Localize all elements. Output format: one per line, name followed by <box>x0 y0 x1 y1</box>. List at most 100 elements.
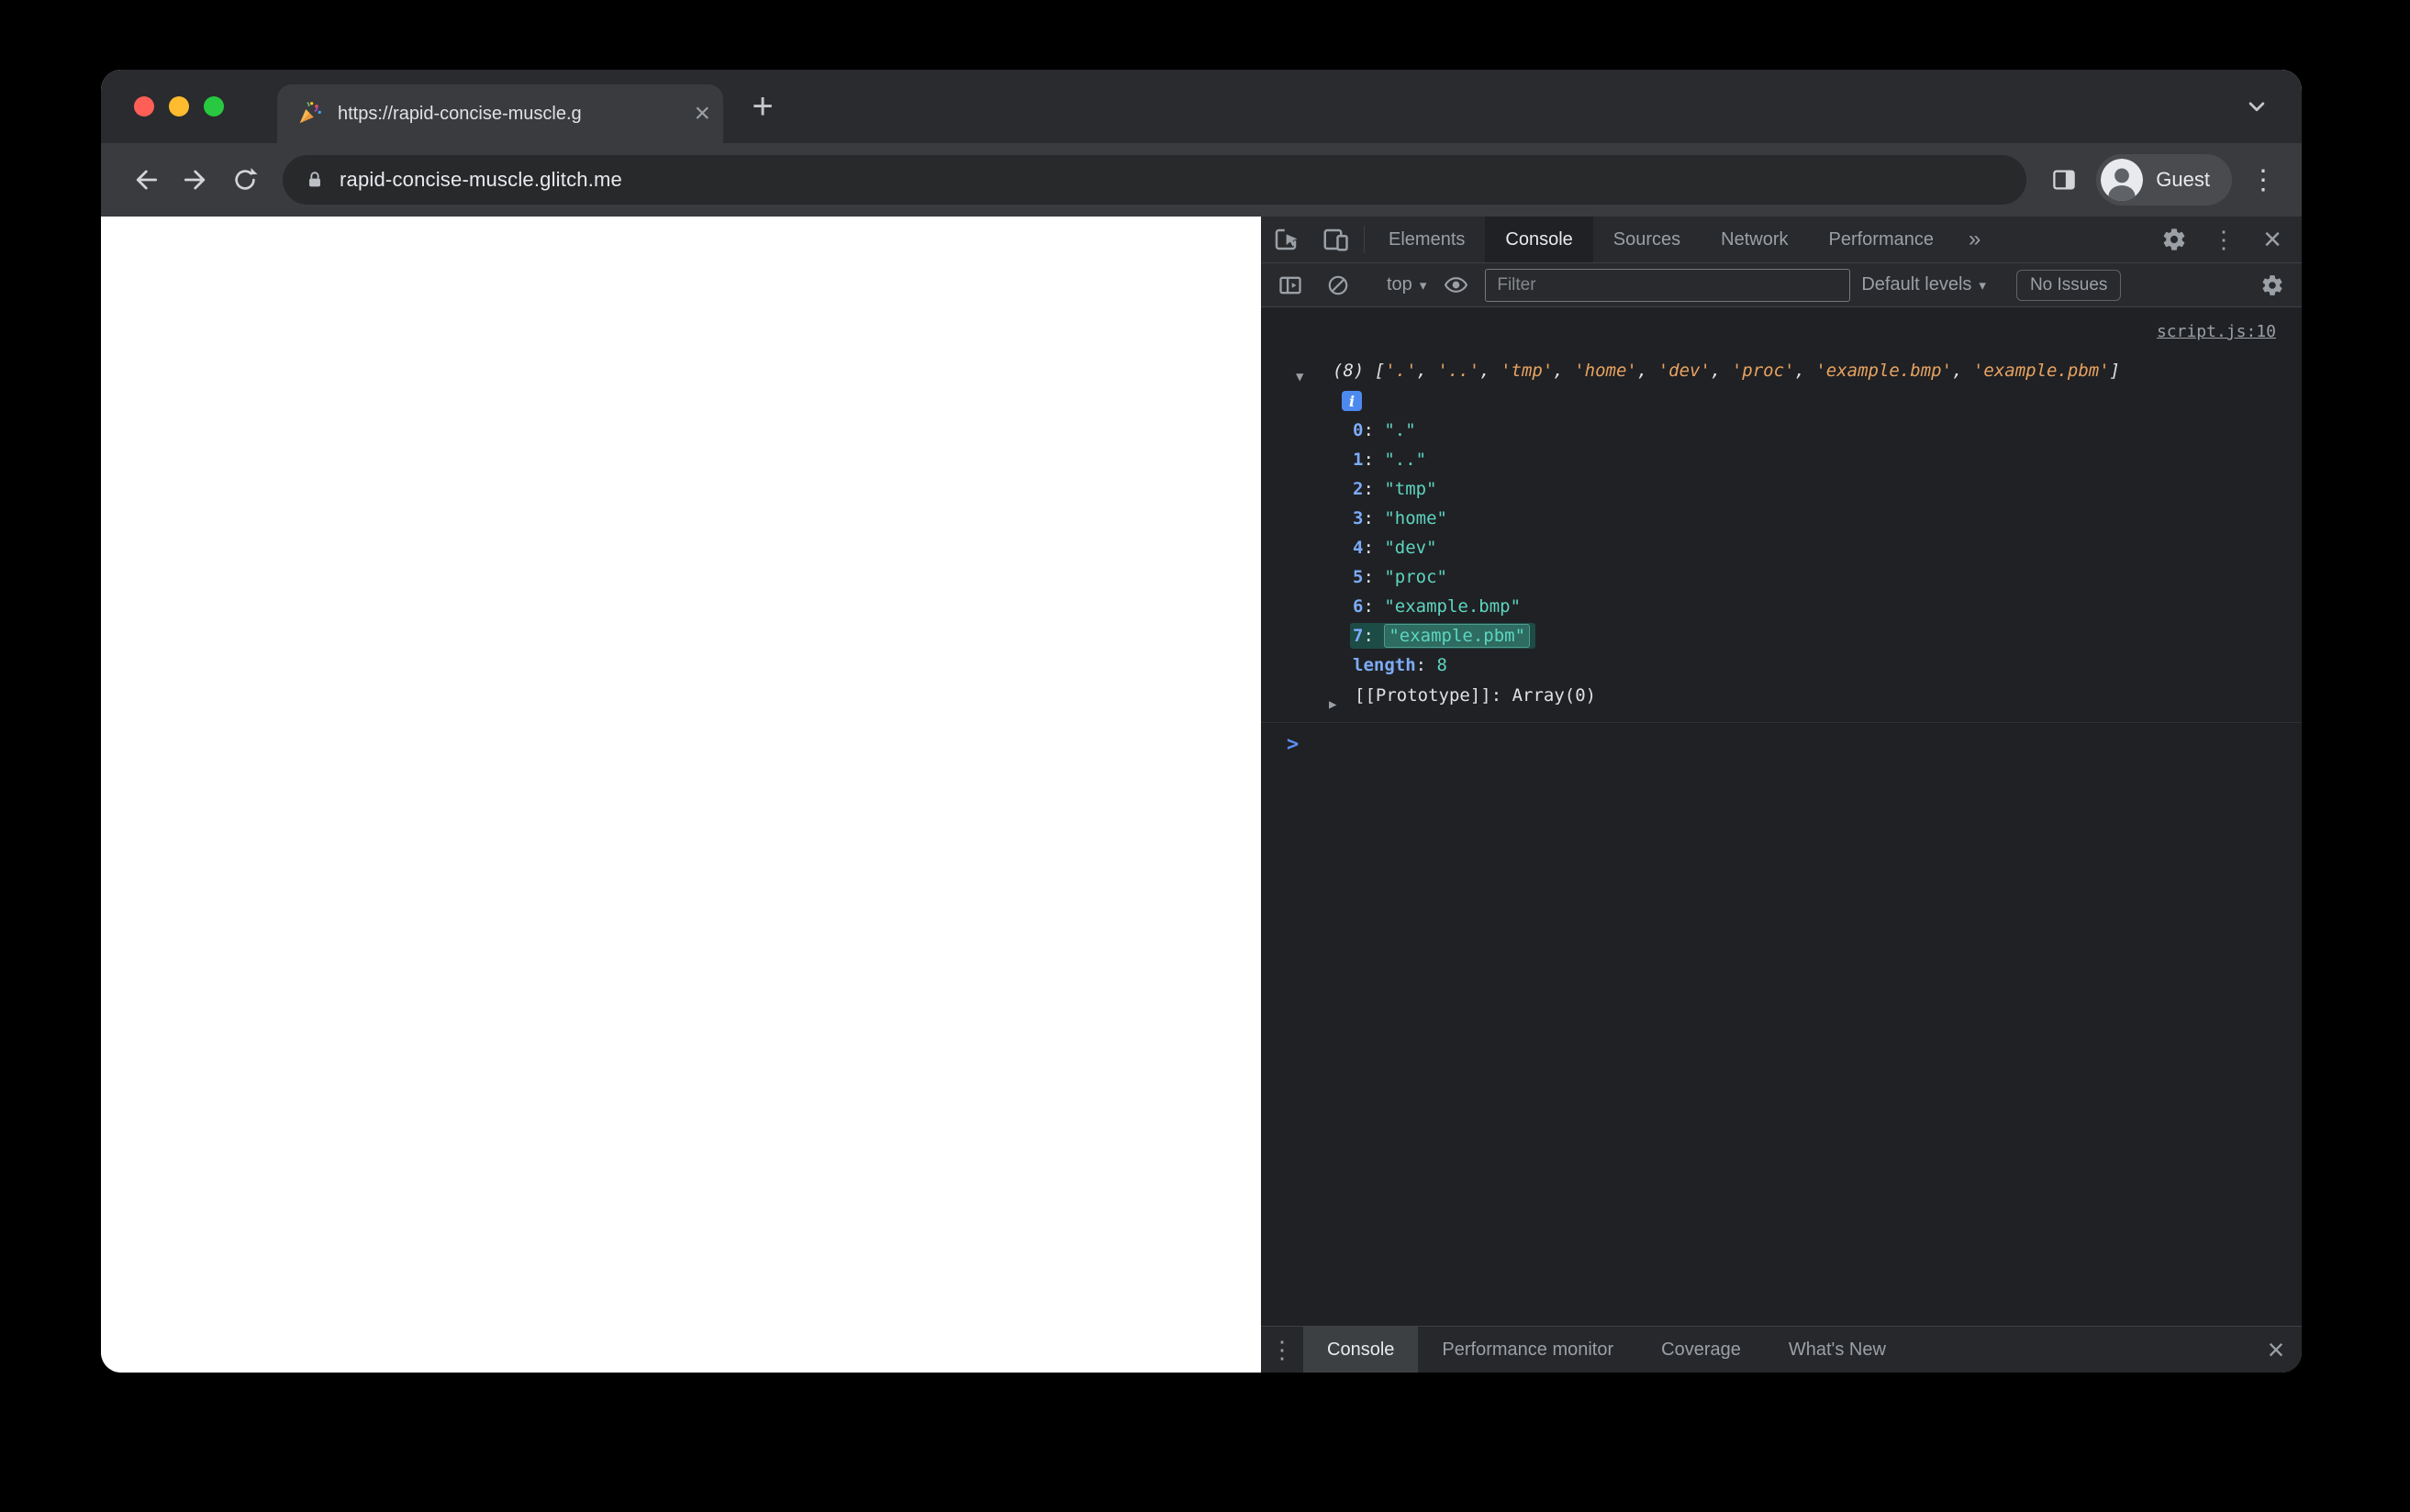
devtools-close-icon[interactable]: × <box>2248 224 2296 255</box>
page-viewport[interactable] <box>101 217 1261 1373</box>
preview-string: 'example.pbm' <box>1972 361 2110 381</box>
comma: , <box>1636 361 1658 381</box>
preview-string: 'example.bmp' <box>1815 361 1953 381</box>
array-item-list: 0"."1".."2"tmp"3"home"4"dev"5"proc"6"exa… <box>1261 416 2302 650</box>
array-item-0[interactable]: 0"." <box>1261 416 2302 445</box>
window-zoom-button[interactable] <box>204 96 224 117</box>
log-levels-selector[interactable]: Default levels ▾ <box>1861 274 1986 295</box>
preview-string: '.' <box>1385 361 1417 381</box>
chevron-down-icon[interactable] <box>2243 93 2271 120</box>
console-sidebar-icon[interactable] <box>1272 272 1309 298</box>
comma: , <box>1710 361 1732 381</box>
drawer-tab-console[interactable]: Console <box>1303 1327 1419 1373</box>
devtools-panel: Elements Console Sources Network Performance… <box>1261 217 2302 1373</box>
array-length-row[interactable]: length8 <box>1261 650 2302 680</box>
back-button[interactable] <box>121 155 171 205</box>
item-value: "dev" <box>1384 538 1437 558</box>
browser-window: https://rapid-concise-muscle.g × + rapid… <box>101 70 2302 1373</box>
comma: , <box>1553 361 1575 381</box>
forward-button[interactable] <box>171 155 220 205</box>
tab-performance[interactable]: Performance <box>1809 217 1955 262</box>
array-item-4[interactable]: 4"dev" <box>1261 533 2302 562</box>
issues-badge[interactable]: No Issues <box>2015 269 2122 301</box>
array-item-7[interactable]: 7"example.pbm" <box>1261 621 2302 650</box>
item-index: 4 <box>1353 538 1384 558</box>
bracket: [ <box>1374 361 1386 381</box>
item-value: ".." <box>1384 450 1427 470</box>
tab-title: https://rapid-concise-muscle.g <box>338 103 582 124</box>
console-settings-gear-icon[interactable] <box>2254 273 2291 297</box>
tab-close-icon[interactable]: × <box>694 100 710 128</box>
item-index: 5 <box>1353 567 1384 587</box>
array-preview: (8) ['.', '..', 'tmp', 'home', 'dev', 'p… <box>1333 361 2120 381</box>
preview-string: 'home' <box>1574 361 1637 381</box>
drawer-tab-performance-monitor[interactable]: Performance monitor <box>1418 1327 1637 1373</box>
inspect-element-icon[interactable] <box>1261 217 1311 262</box>
devtools-panel-tab-list: Elements Console Sources Network Performance <box>1368 217 1954 262</box>
lock-icon <box>305 170 325 190</box>
tab-console[interactable]: Console <box>1485 217 1593 262</box>
preview-string: 'tmp' <box>1501 361 1554 381</box>
comma: , <box>1479 361 1501 381</box>
console-toolbar: top ▾ Default levels ▾ No Issues <box>1261 263 2302 307</box>
devtools-tab-bar: Elements Console Sources Network Performance… <box>1261 217 2302 263</box>
filter-input[interactable] <box>1485 268 1851 302</box>
window-minimize-button[interactable] <box>169 96 189 117</box>
more-tabs-icon[interactable]: » <box>1954 217 1995 262</box>
clear-console-icon[interactable] <box>1320 273 1356 297</box>
log-levels-label: Default levels <box>1861 274 1972 295</box>
collapse-triangle-icon[interactable]: ▼ <box>1296 363 1303 391</box>
drawer-tab-what-s-new[interactable]: What's New <box>1765 1327 1910 1373</box>
info-icon: i <box>1342 391 1362 411</box>
item-index: 0 <box>1353 420 1384 440</box>
drawer-close-icon[interactable]: × <box>2250 1327 2302 1373</box>
item-value: "example.bmp" <box>1384 596 1522 617</box>
browser-toolbar: rapid-concise-muscle.glitch.me Guest ⋮ <box>101 143 2302 217</box>
window-close-button[interactable] <box>134 96 154 117</box>
settings-gear-icon[interactable] <box>2149 227 2199 252</box>
array-count: (8) <box>1333 361 1375 381</box>
tab-elements[interactable]: Elements <box>1368 217 1485 262</box>
console-prompt-chevron-icon: > <box>1287 732 1300 756</box>
array-item-1[interactable]: 1".." <box>1261 445 2302 474</box>
prototype-label: [[Prototype]] <box>1355 685 1512 706</box>
item-value: "example.pbm" <box>1384 624 1531 648</box>
prototype-value: Array(0) <box>1512 685 1597 706</box>
context-selector[interactable]: top ▾ <box>1387 274 1426 295</box>
live-expression-eye-icon[interactable] <box>1437 272 1474 297</box>
devtools-menu-icon[interactable]: ⋮ <box>2199 226 2248 254</box>
profile-button[interactable]: Guest <box>2096 154 2232 206</box>
browser-tab[interactable]: https://rapid-concise-muscle.g × <box>277 84 723 143</box>
comma: , <box>1416 361 1438 381</box>
length-value: 8 <box>1436 655 1447 675</box>
browser-menu-icon[interactable]: ⋮ <box>2245 164 2282 196</box>
drawer-menu-icon[interactable]: ⋮ <box>1261 1327 1303 1373</box>
comma: , <box>1952 361 1973 381</box>
caret-down-icon: ▾ <box>1979 277 1986 294</box>
device-toolbar-icon[interactable] <box>1311 217 1360 262</box>
devtools-tab-bar-right: ⋮ × <box>2149 217 2302 262</box>
prototype-row[interactable]: ▶ [[Prototype]]Array(0) <box>1261 680 2302 712</box>
reload-button[interactable] <box>220 155 270 205</box>
expand-triangle-icon[interactable]: ▶ <box>1329 689 1336 720</box>
tab-sources[interactable]: Sources <box>1593 217 1701 262</box>
array-item-3[interactable]: 3"home" <box>1261 504 2302 533</box>
array-item-5[interactable]: 5"proc" <box>1261 562 2302 592</box>
array-item-2[interactable]: 2"tmp" <box>1261 474 2302 504</box>
console-prompt[interactable]: > <box>1261 723 2302 765</box>
address-url: rapid-concise-muscle.glitch.me <box>340 168 622 191</box>
item-value: "home" <box>1384 508 1447 528</box>
side-panel-icon[interactable] <box>2039 155 2089 205</box>
console-log-entry[interactable]: ▼ (8) ['.', '..', 'tmp', 'home', 'dev', … <box>1261 357 2302 384</box>
drawer-tab-coverage[interactable]: Coverage <box>1637 1327 1765 1373</box>
item-value: "." <box>1384 420 1416 440</box>
devtools-drawer: ⋮ Console Performance monitor Coverage What… <box>1261 1326 2302 1373</box>
tab-network[interactable]: Network <box>1701 217 1808 262</box>
source-location-link[interactable]: script.js:10 <box>2157 322 2276 341</box>
context-label: top <box>1387 274 1412 295</box>
address-bar[interactable]: rapid-concise-muscle.glitch.me <box>283 155 2027 205</box>
array-item-6[interactable]: 6"example.bmp" <box>1261 592 2302 621</box>
new-tab-button[interactable]: + <box>742 85 784 128</box>
guest-avatar-icon <box>2101 159 2144 201</box>
tab-strip: https://rapid-concise-muscle.g × + <box>101 70 2302 143</box>
